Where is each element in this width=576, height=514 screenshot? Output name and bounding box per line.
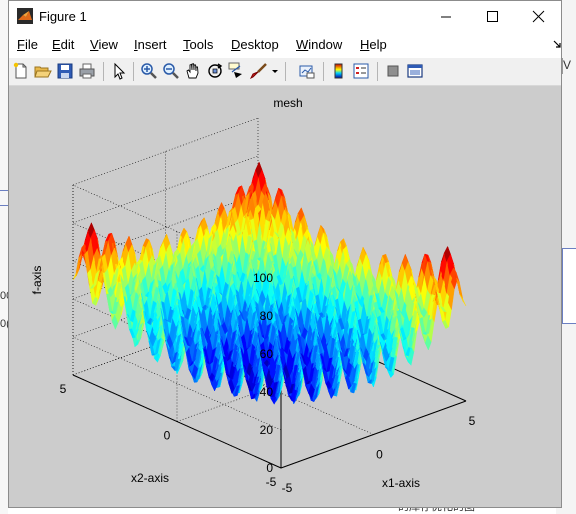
- y-tick-label: 0: [164, 429, 171, 443]
- plot-area[interactable]: 0 20 40 60 80 100 -5 0 5 5 0 -5 mesh x1-axis x2-axis f-…: [9, 86, 561, 507]
- menu-desktop-label: esktop: [240, 37, 279, 52]
- zoom-in-icon[interactable]: [140, 62, 158, 80]
- menu-tools-label: ools: [189, 37, 214, 52]
- background-left-marker: [0, 190, 8, 206]
- figure-window: Figure 1 File Edit View Insert Tools Des…: [8, 0, 562, 508]
- pan-hand-icon[interactable]: [184, 62, 202, 80]
- surface-plot[interactable]: 020406080100-50550-5meshx1-axisx2-axisf-…: [9, 86, 561, 507]
- menu-help[interactable]: Help: [360, 37, 387, 52]
- z-tick-label: 100: [253, 271, 273, 285]
- matlab-icon: [17, 8, 33, 24]
- toolbar-separator: [377, 62, 378, 81]
- figure-toolbar: [9, 58, 561, 86]
- menu-window[interactable]: Window: [296, 37, 342, 52]
- maximize-icon: [487, 11, 498, 22]
- minimize-button[interactable]: [423, 1, 469, 32]
- show-plot-tools-icon[interactable]: [406, 62, 424, 80]
- menu-view[interactable]: View: [90, 37, 118, 52]
- toolbar-separator: [285, 62, 286, 81]
- x-axis-label: x1-axis: [382, 476, 420, 490]
- menu-tools[interactable]: Tools: [183, 37, 213, 52]
- menu-edit-key: E: [52, 37, 61, 52]
- brush-dropdown-icon[interactable]: [271, 62, 279, 80]
- window-title: Figure 1: [39, 9, 87, 24]
- menu-desktop[interactable]: Desktop: [231, 37, 279, 52]
- z-tick-label: 60: [260, 347, 274, 361]
- z-tick-label: 80: [260, 309, 274, 323]
- menu-insert-label: nsert: [137, 37, 167, 52]
- brush-icon[interactable]: [250, 62, 268, 80]
- dock-arrow-icon[interactable]: [553, 40, 561, 50]
- z-tick-label: 40: [260, 385, 274, 399]
- link-plot-icon[interactable]: [298, 62, 316, 80]
- x-tick-label: 5: [469, 414, 476, 428]
- print-icon[interactable]: [78, 62, 96, 80]
- save-icon[interactable]: [56, 62, 74, 80]
- toolbar-separator: [133, 62, 134, 81]
- menu-help-key: H: [360, 37, 370, 52]
- zoom-out-icon[interactable]: [162, 62, 180, 80]
- menu-desktop-key: D: [231, 37, 241, 52]
- maximize-button[interactable]: [469, 1, 515, 32]
- z-tick-label: 0: [266, 461, 273, 475]
- y-tick-label: 5: [60, 382, 67, 396]
- menu-window-key: W: [296, 37, 309, 52]
- y-tick-label: -5: [266, 475, 277, 489]
- menu-file-key: F: [17, 37, 25, 52]
- menu-file[interactable]: File: [17, 37, 38, 52]
- rotate-3d-icon[interactable]: [206, 62, 224, 80]
- menu-bar: File Edit View Insert Tools Desktop Wind…: [9, 32, 561, 58]
- menu-view-label: iew: [98, 37, 118, 52]
- data-cursor-icon[interactable]: [228, 62, 246, 80]
- new-figure-icon[interactable]: [12, 62, 30, 80]
- toolbar-separator: [323, 62, 324, 81]
- menu-edit[interactable]: Edit: [52, 37, 74, 52]
- background-right-tab: V: [562, 58, 576, 74]
- menu-window-label: indow: [308, 37, 343, 52]
- close-icon: [532, 10, 545, 23]
- toolbar-separator: [103, 62, 104, 81]
- minimize-icon: [441, 16, 451, 18]
- menu-edit-label: dit: [60, 37, 75, 52]
- open-file-icon[interactable]: [34, 62, 52, 80]
- colorbar-icon[interactable]: [330, 62, 348, 80]
- x-tick-label: -5: [282, 481, 293, 495]
- menu-insert[interactable]: Insert: [134, 37, 167, 52]
- plot-title: mesh: [273, 96, 302, 110]
- x-tick-label: 0: [376, 448, 383, 462]
- legend-icon[interactable]: [352, 62, 370, 80]
- z-axis-label: f-axis: [30, 266, 44, 295]
- menu-file-label: ile: [24, 37, 38, 52]
- hide-plot-tools-icon[interactable]: [384, 62, 402, 80]
- background-window-left: [0, 0, 8, 514]
- y-axis-label: x2-axis: [131, 471, 169, 485]
- edit-plot-arrow-icon[interactable]: [110, 62, 128, 80]
- z-tick-label: 20: [260, 423, 274, 437]
- background-right-panel: [562, 248, 576, 324]
- menu-help-label: elp: [369, 37, 387, 52]
- close-button[interactable]: [515, 1, 561, 32]
- title-bar[interactable]: Figure 1: [9, 1, 561, 32]
